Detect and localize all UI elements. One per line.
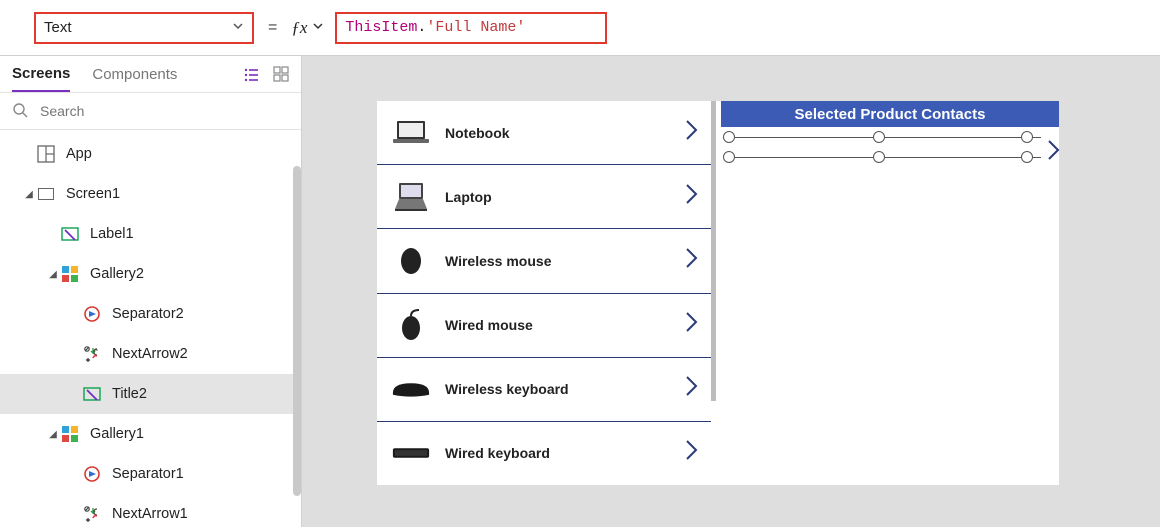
canvas[interactable]: Notebook Laptop bbox=[302, 56, 1160, 527]
label-icon bbox=[60, 224, 80, 244]
tree-view: App ◢ Screen1 Label1 ◢ bbox=[0, 130, 301, 527]
tree-node-label: Separator2 bbox=[112, 306, 184, 322]
product-name: Wired keyboard bbox=[445, 445, 685, 461]
chevron-right-icon[interactable] bbox=[685, 439, 699, 467]
tree-node-separator2[interactable]: Separator2 bbox=[0, 294, 301, 334]
grid-view-icon[interactable] bbox=[273, 66, 289, 82]
chevron-right-icon[interactable] bbox=[685, 311, 699, 339]
workspace: Screens Components bbox=[0, 56, 1160, 527]
tree-node-label: Separator1 bbox=[112, 466, 184, 482]
chevron-down-icon bbox=[232, 20, 244, 35]
chevron-right-icon[interactable] bbox=[685, 375, 699, 403]
tree-node-screen1[interactable]: ◢ Screen1 bbox=[0, 174, 301, 214]
product-name: Laptop bbox=[445, 189, 685, 205]
label-icon bbox=[82, 384, 102, 404]
contacts-panel: Selected Product Contacts bbox=[721, 101, 1059, 485]
tab-screens[interactable]: Screens bbox=[12, 56, 70, 92]
caret-expanded-icon[interactable]: ◢ bbox=[46, 269, 60, 280]
tree-node-label1[interactable]: Label1 bbox=[0, 214, 301, 254]
equals-sign: = bbox=[268, 19, 277, 37]
tree-node-nextarrow1[interactable]: NextArrow1 bbox=[0, 494, 301, 527]
caret-expanded-icon[interactable]: ◢ bbox=[46, 429, 60, 440]
chevron-right-icon[interactable] bbox=[1047, 139, 1061, 167]
formula-token-property: 'Full Name' bbox=[426, 19, 525, 36]
tree-node-separator1[interactable]: Separator1 bbox=[0, 454, 301, 494]
separator-icon bbox=[82, 304, 102, 324]
product-image bbox=[391, 179, 431, 215]
product-image bbox=[391, 371, 431, 407]
search-icon bbox=[12, 102, 28, 121]
fx-icon: ƒx bbox=[291, 18, 307, 38]
product-name: Notebook bbox=[445, 125, 685, 141]
gallery-item[interactable]: Wireless keyboard bbox=[377, 358, 711, 422]
formula-input[interactable]: ThisItem.'Full Name' bbox=[335, 12, 607, 44]
gallery-item[interactable]: Wired mouse bbox=[377, 294, 711, 358]
selection-handle[interactable] bbox=[873, 131, 885, 143]
nextarrow-icon bbox=[82, 504, 102, 524]
tree-node-gallery2[interactable]: ◢ Gallery2 bbox=[0, 254, 301, 294]
gallery-icon bbox=[60, 424, 80, 444]
formula-token-thisitem: ThisItem bbox=[345, 19, 417, 36]
caret-expanded-icon[interactable]: ◢ bbox=[22, 189, 36, 200]
tree-node-nextarrow2[interactable]: NextArrow2 bbox=[0, 334, 301, 374]
screen-icon bbox=[36, 184, 56, 204]
nextarrow-icon bbox=[82, 344, 102, 364]
scrollbar-thumb[interactable] bbox=[711, 101, 716, 401]
tree-node-gallery1[interactable]: ◢ Gallery1 bbox=[0, 414, 301, 454]
tree-tabs: Screens Components bbox=[0, 56, 301, 92]
gallery-item[interactable]: Notebook bbox=[377, 101, 711, 165]
tree-node-title2[interactable]: Title2 bbox=[0, 374, 301, 414]
chevron-right-icon[interactable] bbox=[685, 119, 699, 147]
tree-view-options-icon[interactable] bbox=[243, 66, 259, 82]
tree-node-label: NextArrow1 bbox=[112, 506, 188, 522]
product-name: Wireless keyboard bbox=[445, 381, 685, 397]
tree-node-label: Title2 bbox=[112, 386, 147, 402]
product-image bbox=[391, 243, 431, 279]
scrollbar-thumb[interactable] bbox=[293, 166, 301, 496]
selection-handle[interactable] bbox=[1021, 131, 1033, 143]
selection-handle[interactable] bbox=[1021, 151, 1033, 163]
search-input[interactable] bbox=[38, 102, 289, 120]
tree-node-label: Gallery2 bbox=[90, 266, 144, 282]
screen-preview: Notebook Laptop bbox=[377, 101, 1059, 485]
tree-node-label: App bbox=[66, 146, 92, 162]
fx-dropdown[interactable]: ƒx bbox=[291, 18, 323, 38]
chevron-right-icon[interactable] bbox=[685, 247, 699, 275]
tree-node-label: Label1 bbox=[90, 226, 134, 242]
property-selector[interactable]: Text bbox=[34, 12, 254, 44]
chevron-right-icon[interactable] bbox=[685, 183, 699, 211]
gallery-item[interactable]: Wireless mouse bbox=[377, 229, 711, 293]
product-name: Wireless mouse bbox=[445, 253, 685, 269]
contacts-gallery-selected[interactable] bbox=[721, 127, 1059, 177]
gallery-item[interactable]: Wired keyboard bbox=[377, 422, 711, 485]
selection-handle[interactable] bbox=[873, 151, 885, 163]
property-selector-value: Text bbox=[44, 19, 72, 36]
tree-search[interactable] bbox=[0, 92, 301, 130]
product-gallery[interactable]: Notebook Laptop bbox=[377, 101, 711, 485]
product-image bbox=[391, 435, 431, 471]
selection-border bbox=[729, 157, 1041, 158]
gallery-item[interactable]: Laptop bbox=[377, 165, 711, 229]
selection-handle[interactable] bbox=[723, 131, 735, 143]
tree-node-label: NextArrow2 bbox=[112, 346, 188, 362]
product-name: Wired mouse bbox=[445, 317, 685, 333]
selection-border bbox=[729, 137, 1041, 138]
formula-bar: Text = ƒx ThisItem.'Full Name' bbox=[0, 0, 1160, 56]
tree-node-label: Gallery1 bbox=[90, 426, 144, 442]
chevron-down-icon bbox=[313, 21, 323, 34]
contacts-title: Selected Product Contacts bbox=[721, 101, 1059, 127]
app-icon bbox=[36, 144, 56, 164]
product-image bbox=[391, 307, 431, 343]
tree-node-app[interactable]: App bbox=[0, 134, 301, 174]
tab-components[interactable]: Components bbox=[92, 56, 177, 92]
selection-handle[interactable] bbox=[723, 151, 735, 163]
separator-icon bbox=[82, 464, 102, 484]
gallery-icon bbox=[60, 264, 80, 284]
tree-view-panel: Screens Components bbox=[0, 56, 302, 527]
product-image bbox=[391, 115, 431, 151]
tree-node-label: Screen1 bbox=[66, 186, 120, 202]
